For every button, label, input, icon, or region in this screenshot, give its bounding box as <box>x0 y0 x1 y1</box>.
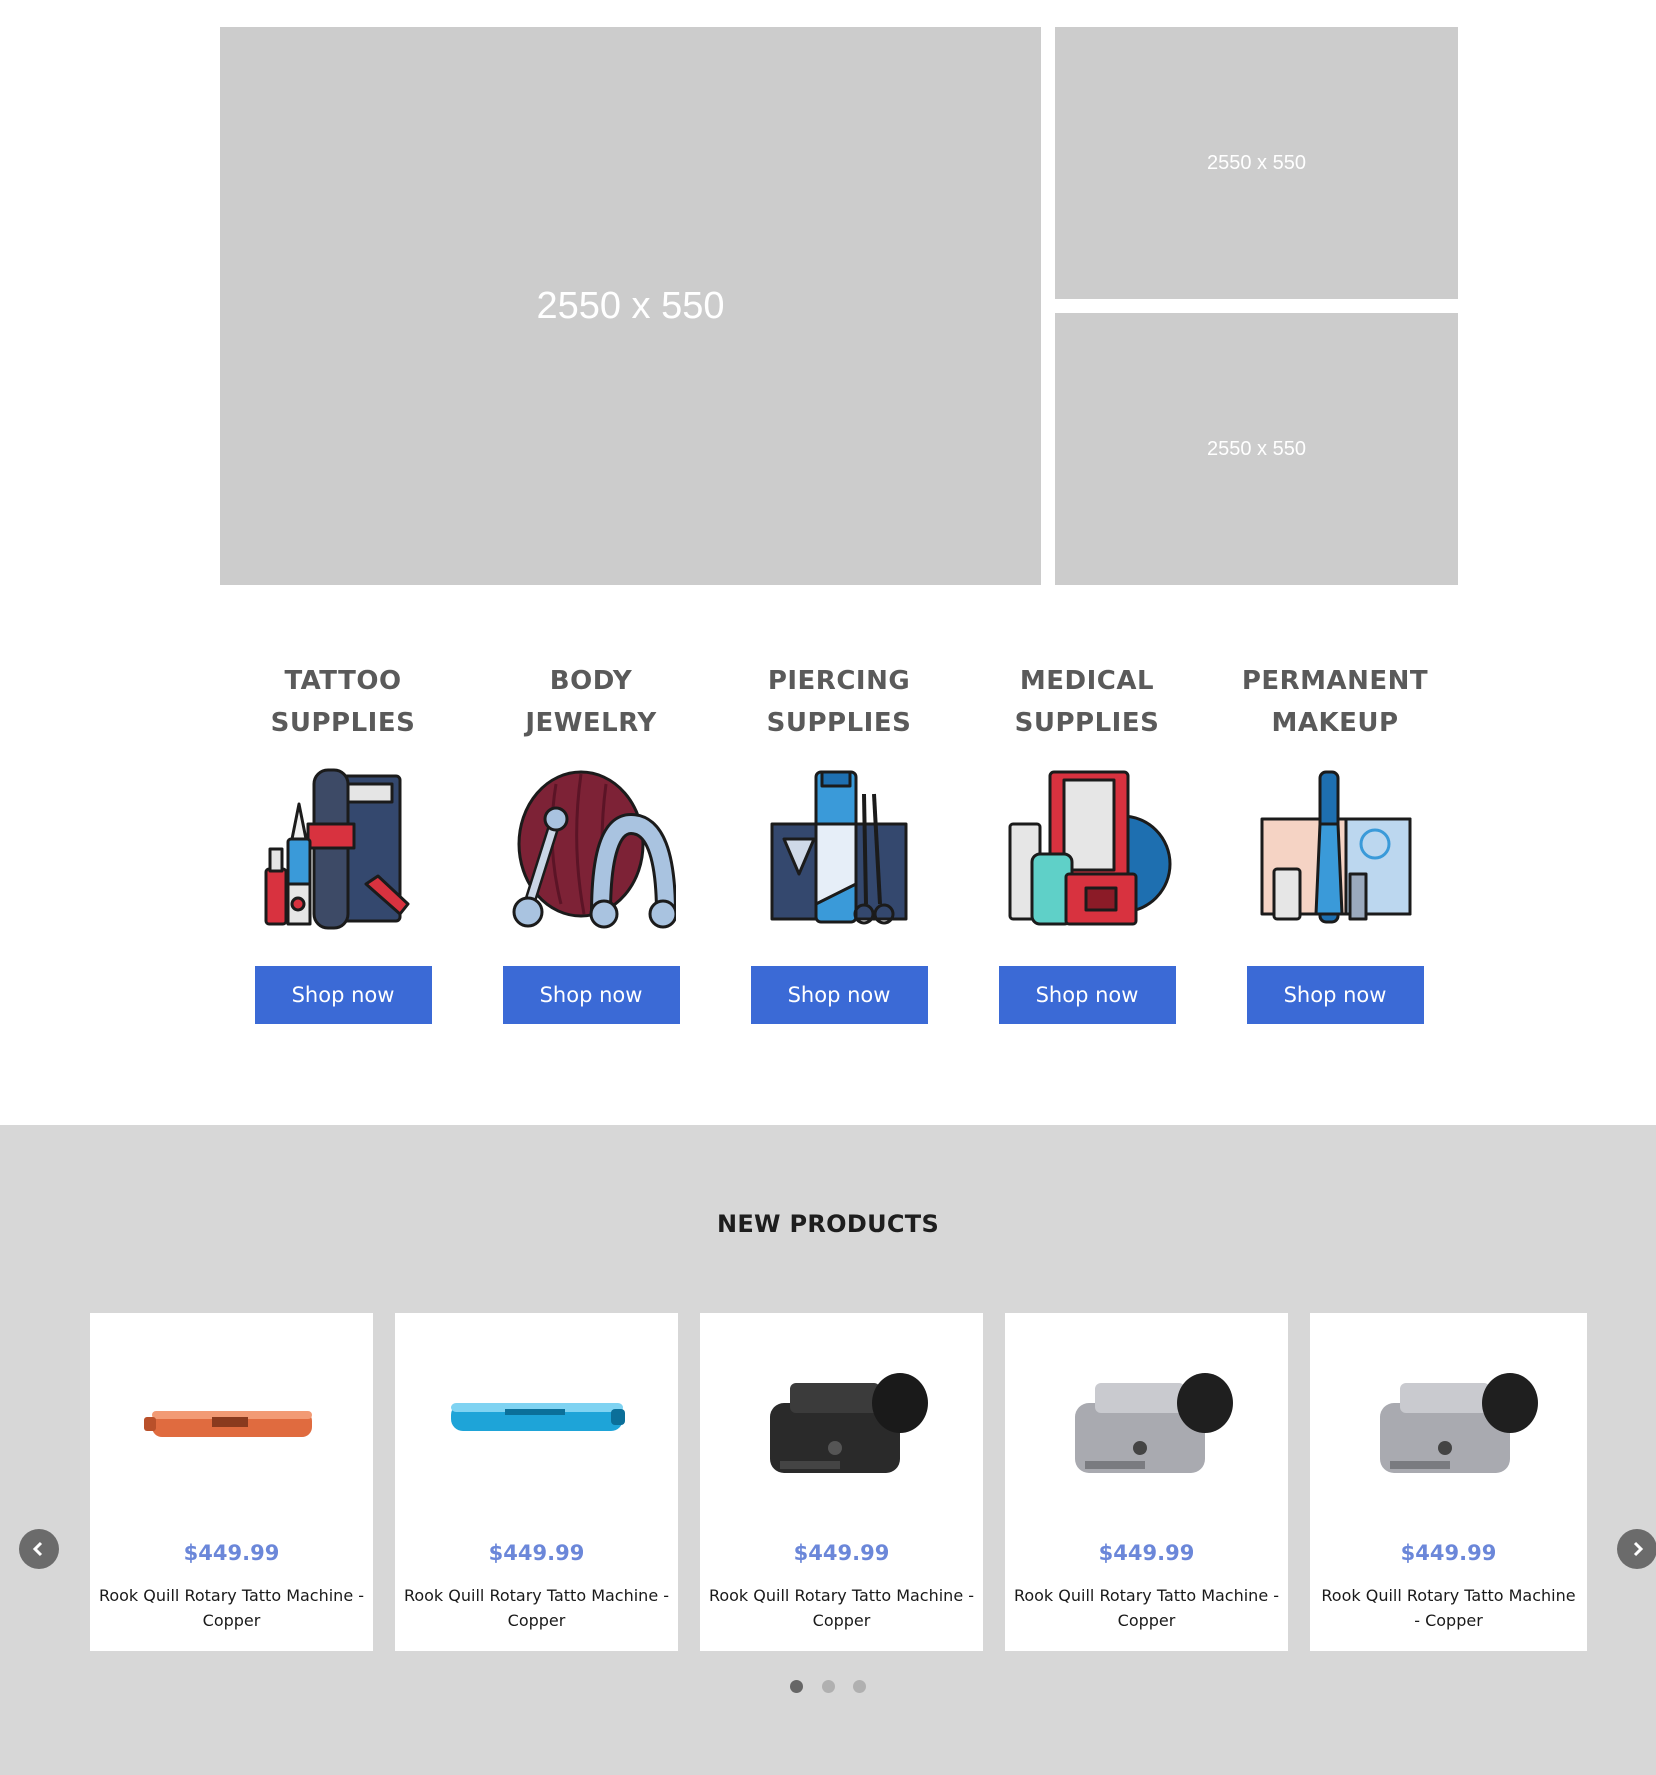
product-name[interactable]: Rook Quill Rotary Tatto Machine - Copper <box>401 1583 672 1633</box>
product-price: $449.99 <box>183 1541 280 1565</box>
category-section: TATTOO SUPPLIES Shop now BODY JEWELRY Sh… <box>0 660 1656 1060</box>
body-jewelry-icon[interactable] <box>506 764 676 934</box>
category-title-line1: PERMANENT <box>1241 666 1429 696</box>
shop-now-button-body-jewelry[interactable]: Shop now <box>502 966 680 1024</box>
product-name[interactable]: Rook Quill Rotary Tatto Machine - Copper <box>96 1583 367 1633</box>
product-card[interactable]: $449.99 Rook Quill Rotary Tatto Machine … <box>1310 1313 1587 1651</box>
category-title: BODY JEWELRY <box>467 660 715 752</box>
new-products-title: NEW PRODUCTS <box>716 1210 940 1238</box>
product-name[interactable]: Rook Quill Rotary Tatto Machine - Copper <box>1011 1583 1282 1633</box>
product-price: $449.99 <box>1400 1541 1497 1565</box>
shop-now-button-piercing-supplies[interactable]: Shop now <box>750 966 928 1024</box>
chevron-right-icon <box>1633 1541 1644 1557</box>
category-body-jewelry: BODY JEWELRY Shop now <box>467 660 715 1024</box>
new-products-section: NEW PRODUCTS $449.99 Rook Quill Rotary T… <box>0 1125 1656 1775</box>
hero-side-banner-bottom[interactable]: 2550 x 550 <box>1055 313 1458 585</box>
category-title-line1: PIERCING <box>767 666 911 696</box>
category-title: PERMANENT MAKEUP <box>1211 660 1459 752</box>
product-price: $449.99 <box>793 1541 890 1565</box>
blue-pen-machine-image <box>451 1403 625 1431</box>
silver-rotary-machine-image <box>1380 1373 1538 1473</box>
hero-banner-area: 2550 x 550 2550 x 550 2550 x 550 <box>0 0 1656 590</box>
hero-side-banner-top[interactable]: 2550 x 550 <box>1055 27 1458 299</box>
medical-supplies-icon[interactable] <box>1002 764 1172 934</box>
category-permanent-makeup: PERMANENT MAKEUP Shop now <box>1211 660 1459 1024</box>
hero-side-banner-top-label: 2550 x 550 <box>1207 151 1306 174</box>
category-title-line2: JEWELRY <box>525 708 657 738</box>
category-title-line2: SUPPLIES <box>766 708 912 738</box>
hero-main-banner[interactable]: 2550 x 550 <box>220 27 1041 585</box>
carousel-next-button[interactable] <box>1617 1529 1656 1569</box>
copper-pen-machine-image <box>144 1411 312 1437</box>
category-title-line2: SUPPLIES <box>1014 708 1160 738</box>
shop-now-button-tattoo-supplies[interactable]: Shop now <box>254 966 432 1024</box>
product-price: $449.99 <box>488 1541 585 1565</box>
category-title: MEDICAL SUPPLIES <box>963 660 1211 752</box>
category-tattoo-supplies: TATTOO SUPPLIES Shop now <box>219 660 467 1024</box>
permanent-makeup-icon[interactable] <box>1250 764 1420 934</box>
shop-now-button-permanent-makeup[interactable]: Shop now <box>1246 966 1424 1024</box>
chevron-left-icon <box>32 1541 43 1557</box>
product-price: $449.99 <box>1098 1541 1195 1565</box>
carousel-prev-button[interactable] <box>19 1529 59 1569</box>
product-card[interactable]: $449.99 Rook Quill Rotary Tatto Machine … <box>395 1313 678 1651</box>
product-card[interactable]: $449.99 Rook Quill Rotary Tatto Machine … <box>700 1313 983 1651</box>
category-title: PIERCING SUPPLIES <box>715 660 963 752</box>
category-title-line1: BODY <box>549 666 633 696</box>
category-title-line2: MAKEUP <box>1271 708 1399 738</box>
pagination-dot-3[interactable] <box>852 1680 866 1693</box>
category-piercing-supplies: PIERCING SUPPLIES Shop now <box>715 660 963 1024</box>
product-name[interactable]: Rook Quill Rotary Tatto Machine - Copper <box>706 1583 977 1633</box>
category-title-line1: MEDICAL <box>1019 666 1155 696</box>
category-medical-supplies: MEDICAL SUPPLIES Shop now <box>963 660 1211 1024</box>
black-rotary-machine-image <box>770 1373 928 1473</box>
product-card[interactable]: $449.99 Rook Quill Rotary Tatto Machine … <box>1005 1313 1288 1651</box>
silver-rotary-machine-image <box>1075 1373 1233 1473</box>
category-title: TATTOO SUPPLIES <box>219 660 467 752</box>
pagination-dot-1[interactable] <box>790 1680 804 1693</box>
tattoo-supplies-icon[interactable] <box>258 764 428 934</box>
category-title-line2: SUPPLIES <box>270 708 416 738</box>
pagination-dot-2[interactable] <box>821 1680 835 1693</box>
shop-now-button-medical-supplies[interactable]: Shop now <box>998 966 1176 1024</box>
hero-main-banner-label: 2550 x 550 <box>536 284 725 327</box>
hero-side-banner-bottom-label: 2550 x 550 <box>1207 437 1306 460</box>
product-card[interactable]: $449.99 Rook Quill Rotary Tatto Machine … <box>90 1313 373 1651</box>
product-name[interactable]: Rook Quill Rotary Tatto Machine - Copper <box>1316 1583 1581 1633</box>
category-title-line1: TATTOO <box>284 666 402 696</box>
carousel-pagination <box>0 1680 1656 1698</box>
piercing-supplies-icon[interactable] <box>754 764 924 934</box>
